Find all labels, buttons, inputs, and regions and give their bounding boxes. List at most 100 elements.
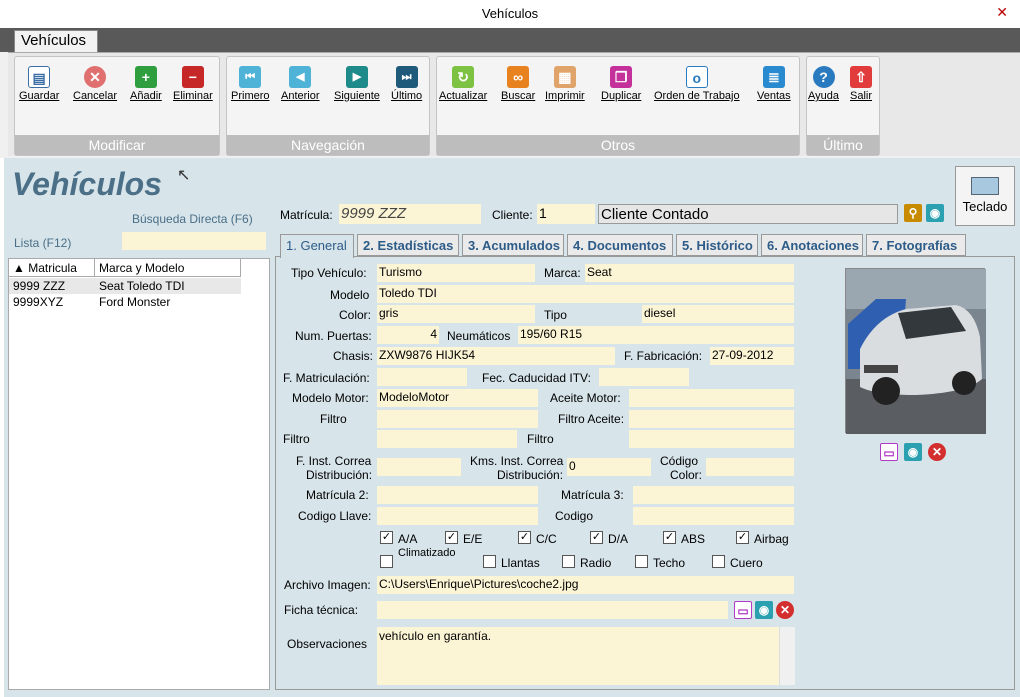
cuero-checkbox[interactable] [712, 555, 725, 568]
llantas-label: Llantas [501, 556, 540, 570]
primero-button[interactable]: ⏮ Primero [231, 66, 270, 102]
ribbon-tab-vehiculos[interactable]: Vehículos [14, 30, 98, 52]
teclado-button[interactable]: Teclado [955, 166, 1015, 226]
cliente-label: Cliente: [492, 208, 533, 222]
scrollbar[interactable] [779, 627, 795, 685]
ventas-button[interactable]: ≣ Ventas [757, 66, 791, 102]
da-checkbox[interactable]: ✓ [590, 531, 603, 544]
techo-checkbox[interactable] [635, 555, 648, 568]
tab-estadisticas[interactable]: 2. Estadísticas [357, 234, 459, 256]
search-icon[interactable]: ⚲ [904, 204, 922, 222]
fabricacion-field[interactable]: 27-09-2012 [710, 347, 794, 365]
puertas-field[interactable]: 4 [377, 326, 439, 344]
car-image [846, 269, 986, 434]
matricula2-field[interactable] [377, 486, 538, 504]
duplicate-icon: ❐ [610, 66, 633, 88]
ultimo-button[interactable]: ⏭ Último [391, 66, 422, 102]
group-label: Último [807, 135, 879, 155]
radio-checkbox[interactable] [562, 555, 575, 568]
airbag-label: Airbag [754, 532, 789, 546]
printer-icon: ▦ [553, 66, 576, 88]
siguiente-button[interactable]: ▶ Siguiente [334, 66, 380, 102]
salir-button[interactable]: ⇧ Salir [850, 66, 872, 102]
filtro-field[interactable] [377, 410, 538, 428]
cancelar-button[interactable]: ✕ Cancelar [73, 66, 117, 102]
delete-icon[interactable]: ✕ [928, 443, 946, 461]
cc-checkbox[interactable]: ✓ [518, 531, 531, 544]
archivo-field[interactable]: C:\Users\Enrique\Pictures\coche2.jpg [377, 576, 794, 594]
neumaticos-field[interactable]: 195/60 R15 [518, 326, 794, 344]
aceite-field[interactable] [629, 389, 794, 407]
list-header-marca[interactable]: Marca y Modelo [95, 259, 241, 277]
ee-checkbox[interactable]: ✓ [445, 531, 458, 544]
buscar-button[interactable]: ∞ Buscar [501, 66, 535, 102]
tab-documentos[interactable]: 4. Documentos [567, 234, 673, 256]
observaciones-field[interactable]: vehículo en garantía. [377, 627, 795, 685]
codigo-color-field[interactable] [706, 458, 794, 476]
itv-field[interactable] [599, 368, 689, 386]
tab-anotaciones[interactable]: 6. Anotaciones [761, 234, 863, 256]
eye-icon[interactable]: ◉ [755, 601, 773, 619]
vehicle-list[interactable]: ▲ Matricula Marca y Modelo 9999 ZZZ Seat … [8, 258, 270, 690]
eye-icon[interactable]: ◉ [926, 204, 944, 222]
abs-label: ABS [681, 532, 706, 546]
list-item[interactable]: 9999 ZZZ Seat Toledo TDI [9, 278, 241, 294]
llantas-checkbox[interactable] [483, 555, 496, 568]
modelo-field[interactable]: Toledo TDI [377, 285, 794, 303]
lista-input[interactable] [122, 232, 266, 250]
folder-icon[interactable]: ▭ [880, 443, 898, 461]
correa-field[interactable] [377, 458, 461, 476]
cc-label: C/C [536, 532, 557, 546]
neumaticos-label: Neumáticos [447, 329, 511, 343]
filtro-aceite-field[interactable] [629, 410, 794, 428]
minus-icon: − [181, 66, 204, 88]
close-icon[interactable]: ✕ [996, 4, 1008, 21]
delete-icon[interactable]: ✕ [776, 601, 794, 619]
kms-label-1: Kms. Inst. Correa [470, 454, 564, 468]
chasis-field[interactable]: ZXW9876 HIJK54 [377, 347, 615, 365]
actualizar-button[interactable]: ↻ Actualizar [439, 66, 487, 102]
cliente-field[interactable]: 1 [537, 204, 595, 224]
tab-acumulados[interactable]: 3. Acumulados [462, 234, 564, 256]
marca-field[interactable]: Seat [585, 264, 794, 282]
tab-historico[interactable]: 5. Histórico [676, 234, 758, 256]
climatizado-checkbox[interactable] [380, 555, 393, 568]
airbag-checkbox[interactable]: ✓ [736, 531, 749, 544]
ficha-label: Ficha técnica: [284, 603, 359, 617]
imprimir-button[interactable]: ▦ Imprimir [545, 66, 585, 102]
list-item[interactable]: 9999XYZ Ford Monster [9, 294, 241, 310]
title-bar: Vehículos ✕ [0, 0, 1020, 28]
filtro3-field[interactable] [629, 430, 794, 448]
tab-general[interactable]: 1. General [280, 234, 354, 258]
tipo-vehiculo-field[interactable]: Turismo [377, 264, 535, 282]
orden-trabajo-button[interactable]: o Orden de Trabajo [654, 66, 740, 102]
modelo-motor-field[interactable]: ModeloMotor [377, 389, 538, 407]
tab-fotografias[interactable]: 7. Fotografías [866, 234, 966, 256]
ayuda-button[interactable]: ? Ayuda [808, 66, 839, 102]
matricula-field[interactable]: 9999 ZZZ [339, 204, 481, 224]
matriculacion-field[interactable] [377, 368, 467, 386]
keyboard-icon [971, 177, 999, 195]
tipo-field[interactable]: diesel [642, 305, 794, 323]
abs-checkbox[interactable]: ✓ [663, 531, 676, 544]
guardar-button[interactable]: ▤ Guardar [19, 66, 59, 102]
filtro2-field[interactable] [377, 430, 517, 448]
folder-icon[interactable]: ▭ [734, 601, 752, 619]
group-label: Otros [437, 135, 799, 155]
ficha-field[interactable] [377, 601, 728, 619]
duplicar-button[interactable]: ❐ Duplicar [601, 66, 641, 102]
anterior-button[interactable]: ◀ Anterior [281, 66, 320, 102]
exit-icon: ⇧ [850, 66, 872, 88]
color-field[interactable]: gris [377, 305, 535, 323]
tipo-vehiculo-label: Tipo Vehículo: [291, 266, 367, 280]
list-header-matricula[interactable]: ▲ Matricula [9, 259, 95, 277]
kms-field[interactable]: 0 [567, 458, 651, 476]
aa-checkbox[interactable]: ✓ [380, 531, 393, 544]
codigo-llave-field[interactable] [377, 507, 538, 525]
first-icon: ⏮ [239, 66, 262, 88]
matricula3-field[interactable] [633, 486, 794, 504]
codigo-field[interactable] [633, 507, 794, 525]
anadir-button[interactable]: + Añadir [130, 66, 162, 102]
eye-icon[interactable]: ◉ [904, 443, 922, 461]
eliminar-button[interactable]: − Eliminar [173, 66, 213, 102]
